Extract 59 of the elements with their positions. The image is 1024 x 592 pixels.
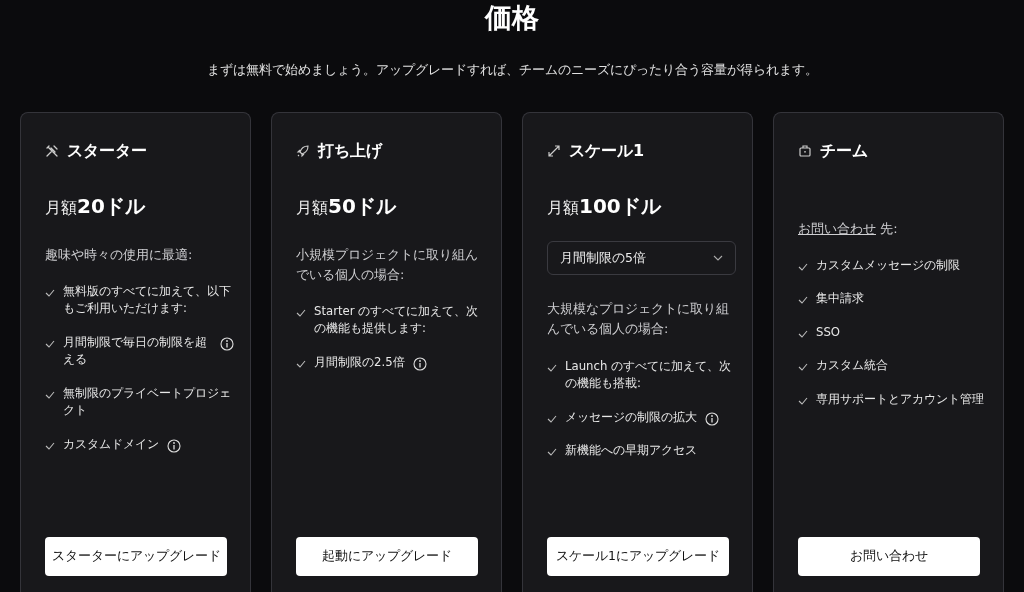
plan-description: お問い合わせ 先: — [798, 219, 899, 238]
upgrade-button[interactable]: スケール1にアップグレード — [547, 537, 729, 576]
plan-name: スターター — [67, 139, 147, 162]
rocket-icon — [296, 143, 310, 158]
check-icon — [798, 328, 808, 339]
feature-text: カスタムメッセージの制限 — [816, 256, 960, 274]
plan-description: 大規模なプロジェクトに取り組んでいる個人の場合: — [547, 300, 730, 339]
info-icon[interactable] — [167, 438, 181, 453]
expand-icon — [547, 143, 561, 158]
feature-text: Starter のすべてに加えて、次の機能も提供します: — [314, 302, 480, 338]
feature-text: 無制限のプライベートプロジェクト — [63, 384, 232, 420]
plan-description: 趣味や時々の使用に最適: — [45, 245, 194, 264]
price-amount: 20ドル — [77, 192, 145, 220]
upgrade-button[interactable]: スターターにアップグレード — [45, 537, 227, 576]
feature-text: Launch のすべてに加えて、次の機能も搭載: — [565, 357, 733, 393]
check-icon — [547, 413, 557, 424]
feature-text: カスタム統合 — [816, 357, 888, 375]
check-icon — [547, 447, 557, 458]
price-period: 月額 — [45, 196, 77, 219]
upgrade-button[interactable]: お問い合わせ — [798, 537, 980, 576]
feature-text: 新機能への早期アクセス — [565, 442, 697, 460]
info-icon[interactable] — [412, 356, 427, 371]
info-icon[interactable] — [705, 411, 719, 426]
feature-text: 専用サポートとアカウント管理 — [816, 390, 984, 408]
check-icon — [45, 389, 55, 400]
plan-description: 小規模プロジェクトに取り組んでいる個人の場合: — [296, 245, 479, 284]
feature-text: カスタムドメイン — [63, 435, 159, 453]
tools-icon — [45, 143, 59, 158]
check-icon — [296, 307, 306, 318]
feature-text: 月間制限の2.5倍 — [314, 353, 405, 371]
feature-text: メッセージの制限の拡大 — [565, 408, 697, 426]
plan-name: チーム — [820, 139, 868, 162]
plan-name: スケール1 — [569, 139, 645, 162]
page-title: 価格 — [485, 1, 539, 31]
upgrade-button[interactable]: 起動にアップグレード — [296, 537, 478, 576]
check-icon — [547, 362, 557, 373]
feature-text: SSO — [816, 323, 841, 341]
briefcase-icon — [798, 143, 812, 158]
price-period: 月額 — [296, 196, 328, 219]
contact-link[interactable]: お問い合わせ — [798, 220, 876, 236]
feature-text: 集中請求 — [816, 290, 864, 308]
feature-text: 無料版のすべてに加えて、以下もご利用いただけます: — [63, 282, 232, 318]
usage-dropdown[interactable]: 月間制限の5倍 — [547, 240, 736, 276]
info-icon[interactable] — [220, 336, 234, 351]
check-icon — [798, 295, 808, 306]
check-icon — [45, 287, 55, 298]
price-period: 月額 — [547, 196, 579, 219]
chevron-icon — [713, 254, 723, 261]
price-amount: 50ドル — [328, 192, 396, 220]
check-icon — [798, 261, 808, 272]
plan-name: 打ち上げ — [318, 139, 382, 162]
page-subtitle: まずは無料で始めましょう。アップグレードすれば、チームのニーズにぴったり合う容量が得られます。 — [206, 61, 818, 79]
check-icon — [798, 362, 808, 373]
check-icon — [45, 440, 55, 451]
check-icon — [45, 338, 55, 349]
check-icon — [296, 358, 306, 369]
check-icon — [798, 395, 808, 406]
feature-text: 月間制限で毎日の制限を超える — [63, 333, 208, 369]
price-amount: 100ドル — [579, 192, 661, 220]
